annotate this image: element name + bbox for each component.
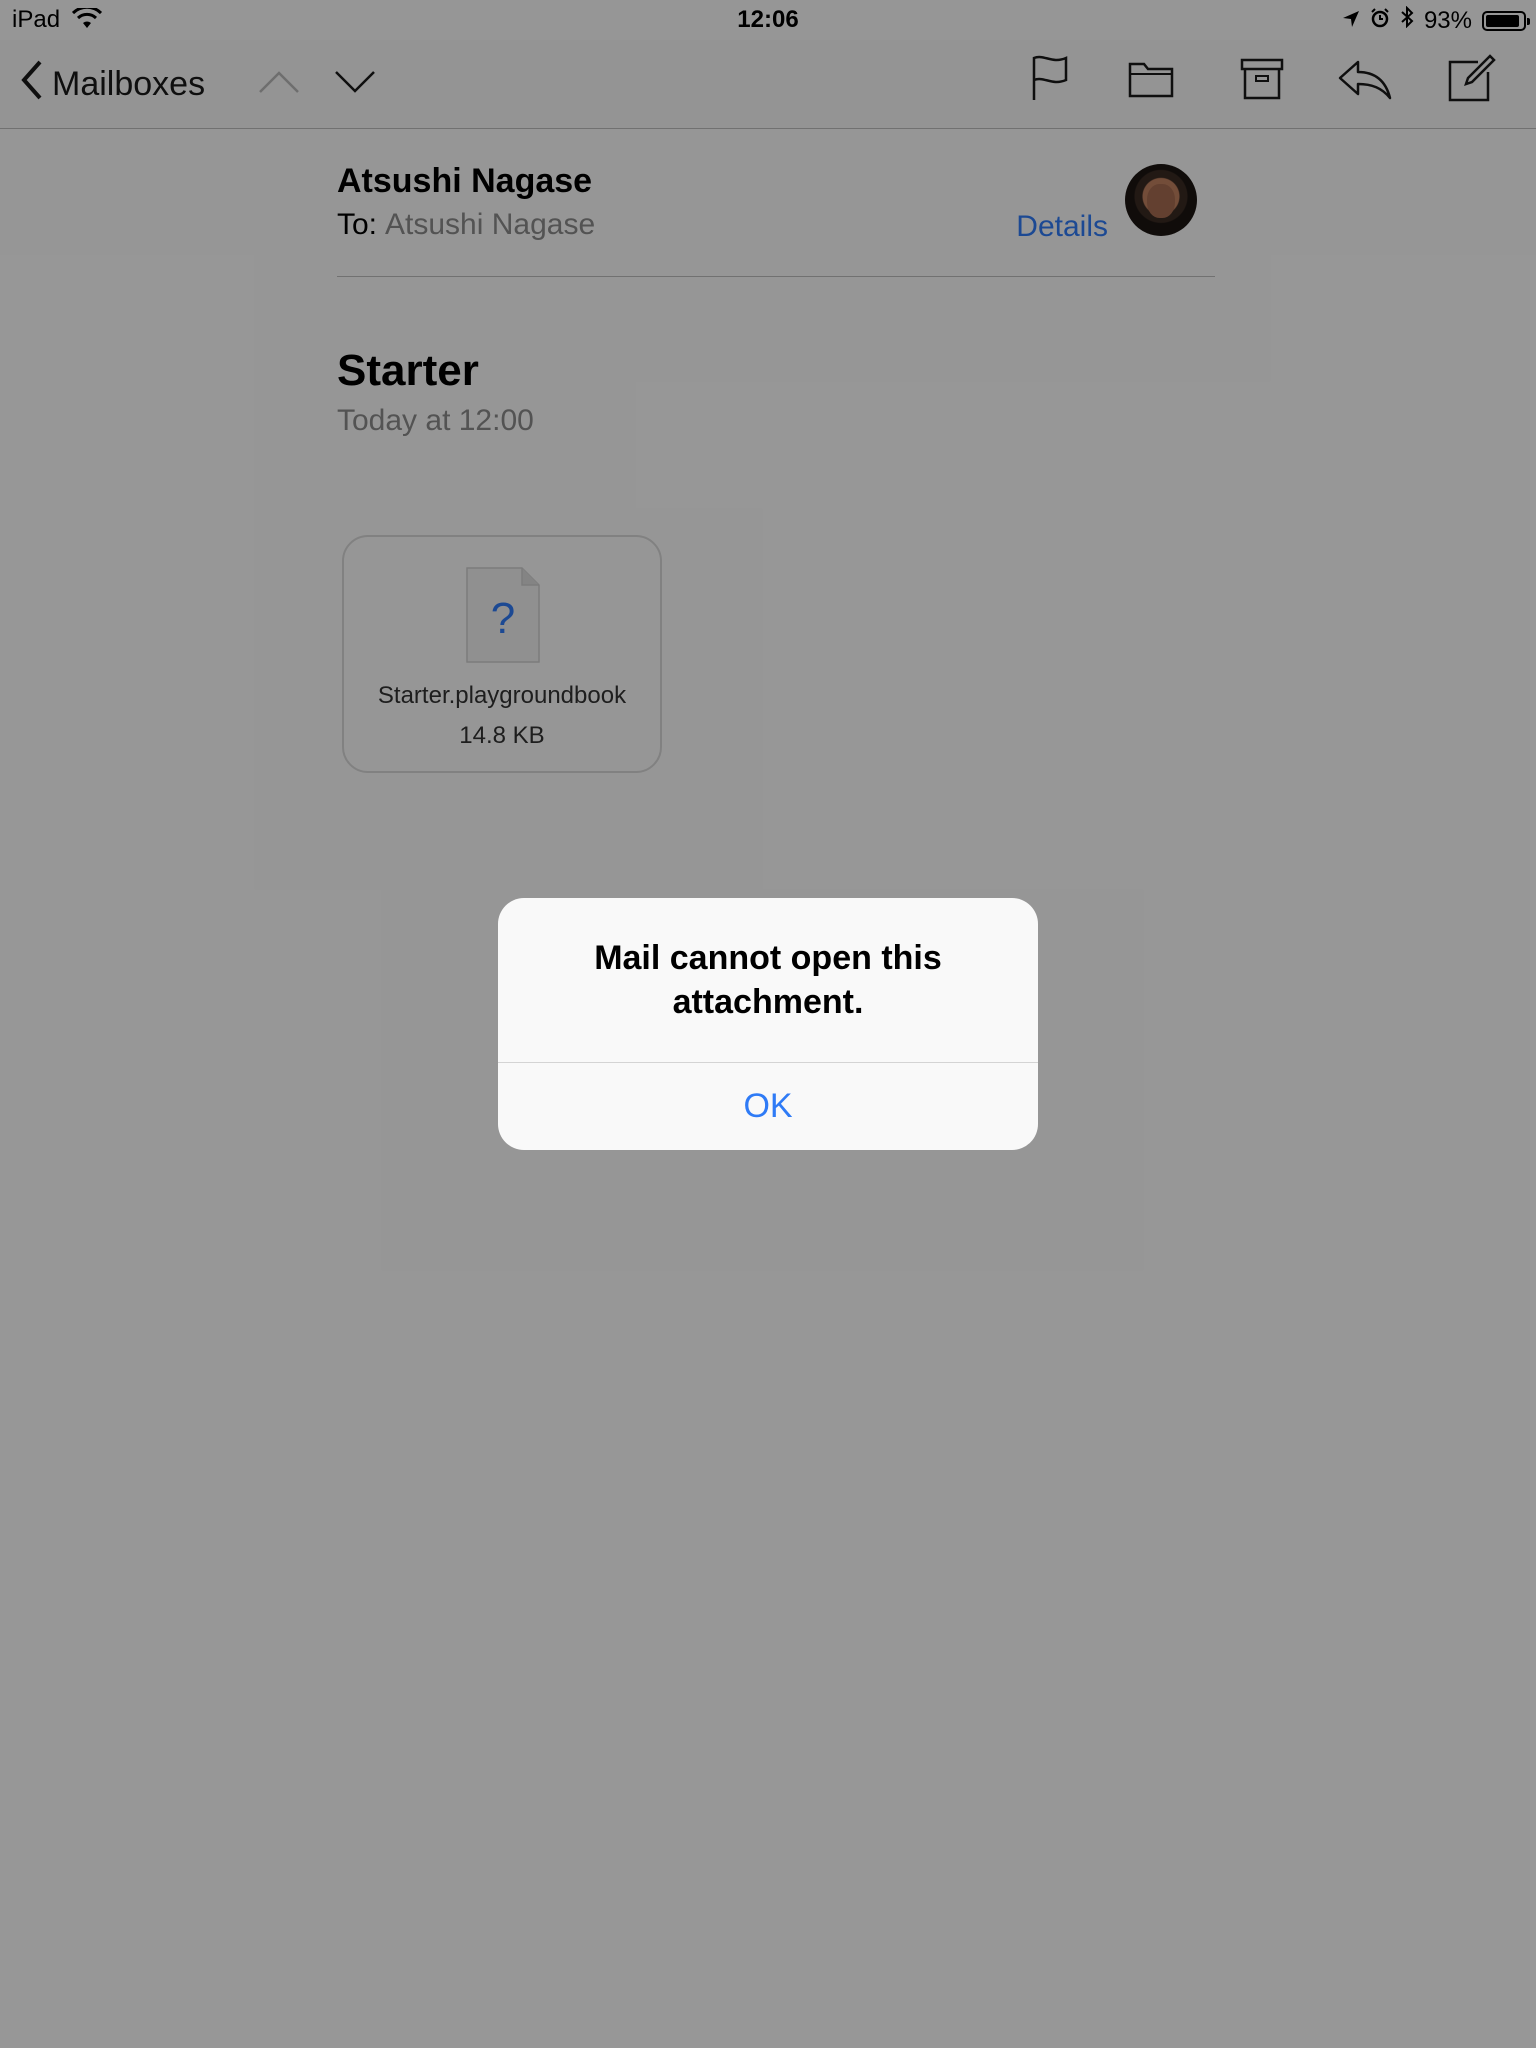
alert-title: Mail cannot open this attachment.: [594, 939, 942, 1021]
ok-button[interactable]: OK: [498, 1063, 1038, 1150]
alert-dialog: Mail cannot open this attachment. OK: [498, 898, 1038, 1150]
